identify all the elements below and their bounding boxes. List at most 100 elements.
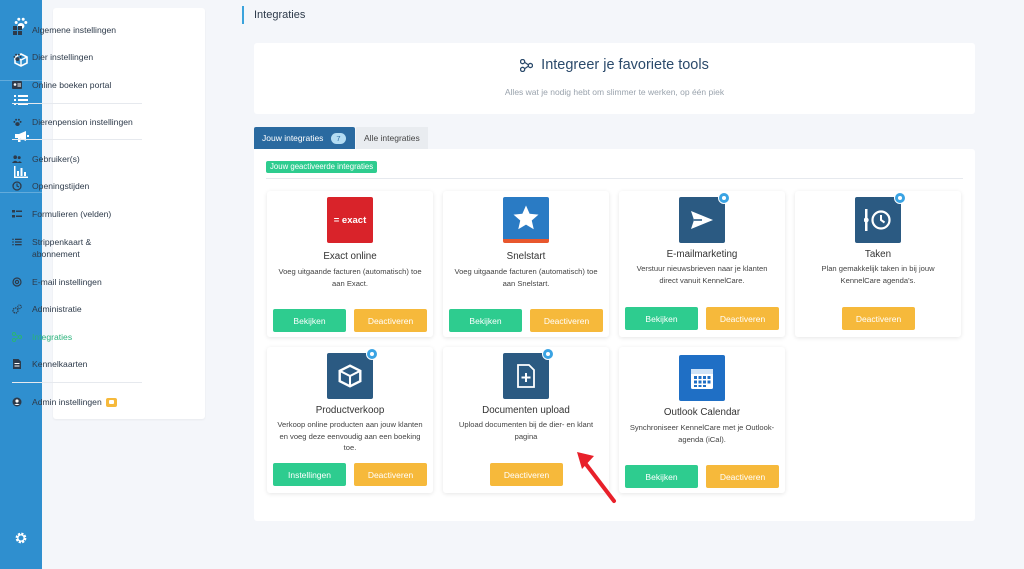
card-title: Exact online (323, 251, 377, 262)
document-plus-logo-icon (503, 348, 554, 399)
list-icon (10, 236, 24, 248)
paw-badge-icon (542, 348, 554, 360)
paw-badge-icon (894, 192, 906, 204)
send-logo-icon (679, 192, 730, 243)
document-icon (10, 358, 24, 370)
form-icon (10, 208, 24, 220)
bekijken-button[interactable]: Bekijken (625, 465, 698, 488)
hero-panel: Integreer je favoriete tools Alles wat j… (254, 43, 975, 114)
exact-logo-text: = exact (333, 214, 367, 226)
nav-item-dier-instellingen[interactable]: Dier instellingen (10, 51, 144, 63)
section-label: Jouw geactiveerde integraties (266, 161, 378, 173)
cogs-icon (10, 303, 24, 315)
page-title: Integraties (254, 9, 306, 21)
nav-item-label-text: Admin instellingen (32, 397, 102, 407)
bekijken-button[interactable]: Bekijken (273, 309, 346, 332)
tab-count-badge: 7 (331, 132, 346, 144)
task-clock-logo-icon (855, 192, 906, 243)
lock-badge-icon (105, 398, 117, 408)
nav-item-admin-instellingen[interactable]: Admin instellingen (10, 396, 144, 408)
instellingen-button[interactable]: Instellingen (273, 463, 346, 486)
nav-item-label: Algemene instellingen (32, 25, 117, 35)
user-circle-icon (10, 396, 24, 408)
integration-card-exact: = exact Exact online Voeg uitgaande fact… (267, 191, 433, 337)
integration-card-productverkoop: Productverkoop Verkoop online producten … (267, 347, 433, 493)
deactiveren-button[interactable]: Deactiveren (354, 309, 427, 332)
gear-icon[interactable] (0, 524, 42, 552)
section-divider (266, 178, 963, 179)
clock-icon (10, 180, 24, 192)
nav-item-label: Kennelkaarten (32, 359, 88, 369)
card-title: Snelstart (506, 251, 546, 262)
nav-item-gebruikers[interactable]: Gebruiker(s) (10, 153, 144, 165)
grid-icon (10, 24, 24, 36)
nav-item-integraties[interactable]: Integraties (10, 331, 144, 343)
bekijken-button[interactable]: Bekijken (625, 307, 698, 330)
nav-item-administratie[interactable]: Administratie (10, 303, 144, 315)
nav-item-dierenpension-instellingen[interactable]: Dierenpension instellingen (10, 116, 144, 128)
card-title: E-mailmarketing (666, 249, 738, 260)
nodes-icon (520, 58, 534, 72)
integration-card-emailmarketing: E-mailmarketing Verstuur nieuwsbrieven n… (619, 191, 785, 337)
nav-divider (12, 139, 142, 140)
paw-badge-icon (366, 348, 378, 360)
deactiveren-button[interactable]: Deactiveren (490, 463, 563, 486)
deactiveren-button[interactable]: Deactiveren (706, 465, 779, 488)
box-logo-icon (327, 348, 378, 399)
nav-item-label: Admin instellingen (32, 396, 117, 408)
nav-item-online-boeken-portal[interactable]: Online boeken portal (10, 79, 144, 91)
annotation-arrow-icon (577, 452, 616, 503)
nav-item-algemene-instellingen[interactable]: Algemene instellingen (10, 24, 144, 36)
nav-item-kennelkaarten[interactable]: Kennelkaarten (10, 358, 144, 370)
integration-card-snelstart: Snelstart Voeg uitgaande facturen (autom… (443, 191, 609, 337)
tab-label: Jouw integraties (262, 133, 324, 143)
tab-label: Alle integraties (364, 133, 420, 143)
nav-item-label: Dierenpension instellingen (32, 117, 133, 127)
nav-divider (12, 103, 142, 104)
nodes-icon (10, 331, 24, 343)
id-card-icon (10, 79, 24, 91)
star-logo-icon (503, 197, 549, 243)
hero-subtitle: Alles wat je nodig hebt om slimmer te we… (504, 87, 725, 97)
nav-item-openingstijden[interactable]: Openingstijden (10, 180, 144, 192)
nav-item-strippenkaart[interactable]: Strippenkaart & abonnement (10, 236, 144, 260)
nav-item-label: Dier instellingen (32, 52, 94, 62)
nav-item-label: Administratie (32, 304, 82, 314)
exact-logo-icon: = exact (327, 197, 373, 243)
deactiveren-button[interactable]: Deactiveren (706, 307, 779, 330)
card-title: Documenten upload (482, 405, 570, 416)
card-description: Verstuur nieuwsbrieven naar je klanten d… (636, 264, 768, 285)
deactiveren-button[interactable]: Deactiveren (842, 307, 915, 330)
card-description: Voeg uitgaande facturen (automatisch) to… (454, 267, 598, 288)
tab-jouw-integraties[interactable]: Jouw integraties 7 (254, 127, 355, 149)
tab-alle-integraties[interactable]: Alle integraties (356, 127, 428, 149)
card-description: Voeg uitgaande facturen (automatisch) to… (278, 267, 422, 288)
integration-card-taken: Taken Plan gemakkelijk taken in bij jouw… (795, 191, 961, 337)
nav-item-email-instellingen[interactable]: E-mail instellingen (10, 276, 144, 288)
paw-icon (10, 51, 24, 63)
deactiveren-button[interactable]: Deactiveren (354, 463, 427, 486)
deactiveren-button[interactable]: Deactiveren (530, 309, 603, 332)
nav-item-label: Online boeken portal (32, 80, 112, 90)
bekijken-button[interactable]: Bekijken (449, 309, 522, 332)
nav-item-label: Formulieren (velden) (32, 209, 112, 219)
nav-item-label: Integraties (32, 332, 73, 342)
page-title-accent (242, 6, 244, 24)
users-icon (10, 153, 24, 165)
card-description: Upload documenten bij de dier- en klant … (458, 420, 594, 441)
nav-item-label: Strippenkaart & abonnement (32, 237, 92, 259)
nav-item-formulieren[interactable]: Formulieren (velden) (10, 208, 144, 220)
paw-badge-icon (718, 192, 730, 204)
card-title: Productverkoop (315, 405, 385, 416)
hero-title: Integreer je favoriete tools (254, 57, 975, 73)
card-description: Verkoop online producten aan jouw klante… (277, 420, 423, 452)
hero-title-text: Integreer je favoriete tools (541, 57, 709, 73)
nav-item-label: Openingstijden (32, 181, 90, 191)
nav-item-label: E-mail instellingen (32, 277, 102, 287)
card-description: Synchroniseer KennelCare met je Outlook-… (629, 423, 775, 444)
card-title: Taken (864, 249, 892, 260)
nav-item-label: Gebruiker(s) (32, 154, 80, 164)
card-description: Plan gemakkelijk taken in bij jouw Kenne… (821, 264, 935, 285)
calendar-logo-icon (679, 355, 725, 401)
integration-card-outlook-calendar: Outlook Calendar Synchroniseer KennelCar… (619, 347, 785, 493)
